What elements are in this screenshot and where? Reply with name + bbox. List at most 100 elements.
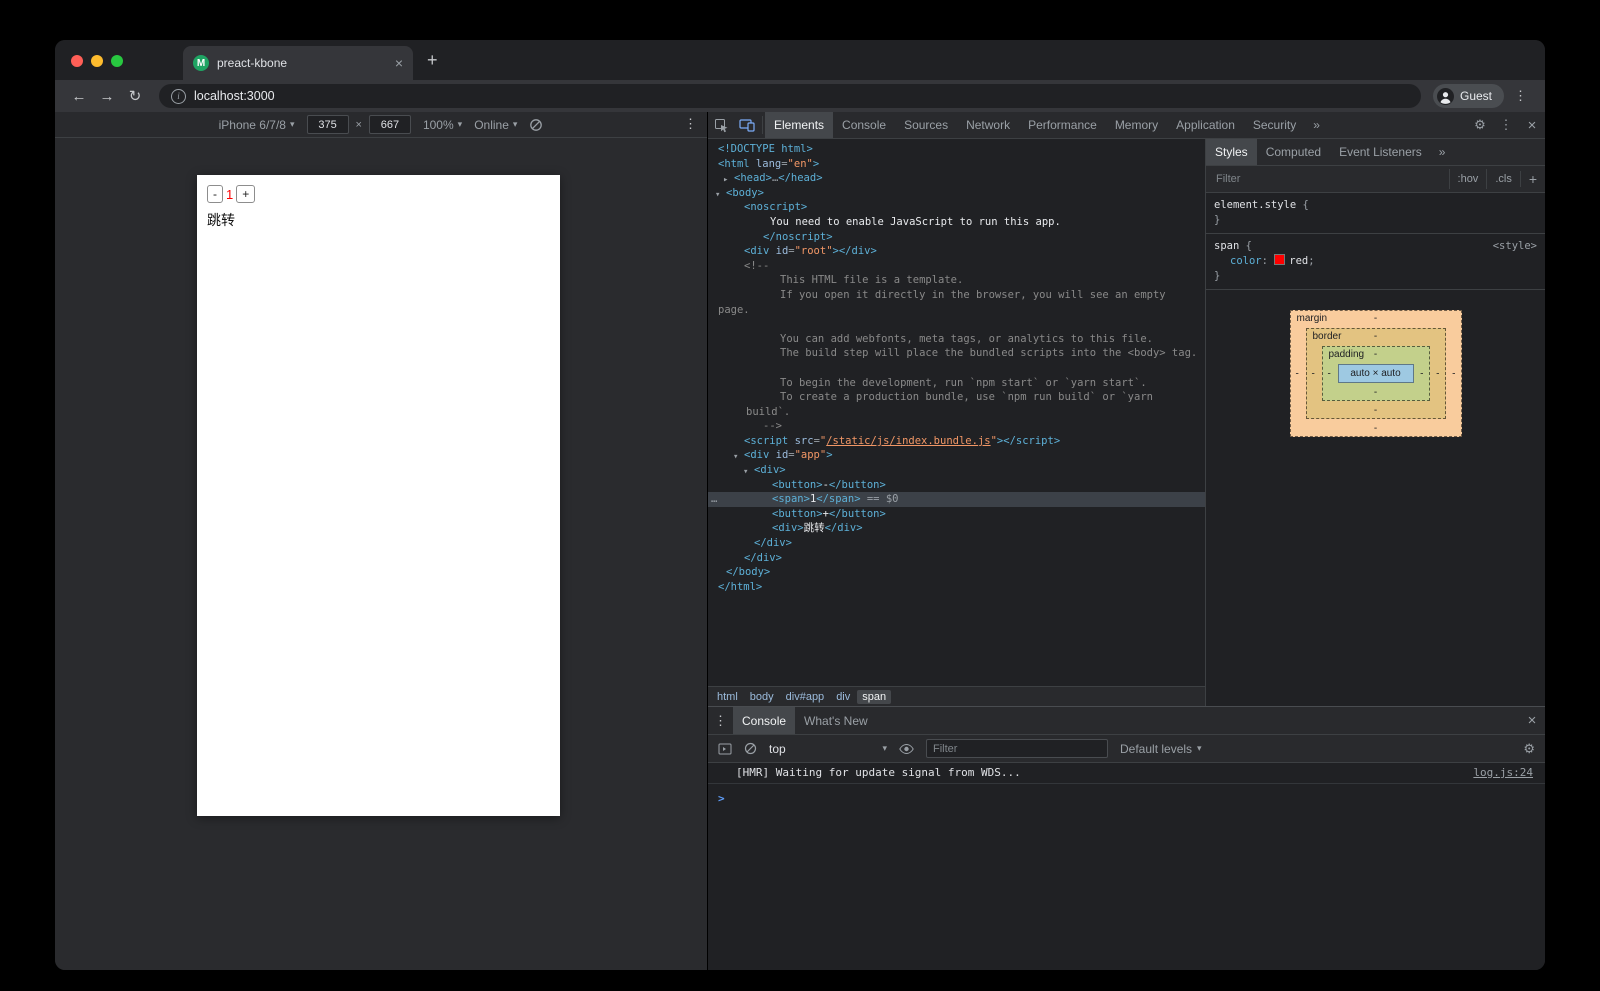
code-line[interactable]: <div id="root"></div> [708,244,1205,259]
css-declaration[interactable]: color: red; [1214,254,1537,269]
code-line[interactable]: <!DOCTYPE html> [708,142,1205,157]
code-line[interactable]: ▸<head>…</head> [708,171,1205,186]
reload-icon[interactable]: ↻ [123,87,147,105]
dr-tab-console[interactable]: Console [733,707,795,734]
code-line[interactable]: This HTML file is a template. [708,273,1205,288]
devtools-menu-icon[interactable]: ⋮ [1493,112,1519,138]
dt-tab-application[interactable]: Application [1167,112,1244,138]
breadcrumb-item[interactable]: body [745,690,779,704]
style-rule-block[interactable]: <style> span { color: red; } [1206,234,1545,290]
dt-tab-sources[interactable]: Sources [895,112,957,138]
code-line[interactable]: <div>跳转</div> [708,521,1205,536]
more-tabs-icon[interactable]: » [1305,112,1328,138]
zoom-select[interactable]: 100% ▾ [423,118,462,132]
code-line[interactable] [708,317,1205,332]
settings-gear-icon[interactable]: ⚙ [1467,112,1493,138]
device-select[interactable]: iPhone 6/7/8 ▾ [219,118,295,132]
styles-filter-input[interactable] [1214,172,1449,186]
st-tab-event-listeners[interactable]: Event Listeners [1330,139,1431,165]
new-style-rule-button[interactable]: + [1520,171,1545,187]
minimize-window-button[interactable] [91,55,103,67]
code-line[interactable]: </body> [708,565,1205,580]
code-line[interactable]: page. [708,303,1205,318]
jump-link[interactable]: 跳转 [197,203,560,230]
code-line[interactable]: build`. [708,405,1205,420]
tab-close-icon[interactable]: × [395,56,403,70]
browser-tab[interactable]: M preact-kbone × [183,46,413,80]
box-model-margin[interactable]: margin - - - - border - - - - padding [1290,310,1462,437]
code-line[interactable]: </html> [708,580,1205,595]
devtools-close-icon[interactable]: × [1519,112,1545,138]
rotate-icon[interactable] [529,118,543,132]
box-model-padding[interactable]: padding - - - - auto × auto [1322,346,1430,401]
clear-console-icon[interactable] [744,742,757,755]
code-line[interactable]: </noscript> [708,230,1205,245]
address-text[interactable]: localhost:3000 [194,89,275,103]
color-swatch[interactable] [1274,254,1285,265]
code-line[interactable]: To create a production bundle, use `npm … [708,390,1205,405]
code-line[interactable]: <!-- [708,259,1205,274]
drawer-menu-icon[interactable]: ⋮ [708,707,733,734]
throttling-select[interactable]: Online ▾ [474,118,517,132]
device-width-input[interactable] [307,115,349,134]
context-select[interactable]: top ▾ [769,742,887,756]
code-line[interactable]: --> [708,419,1205,434]
code-line[interactable]: You can add webfonts, meta tags, or anal… [708,332,1205,347]
close-window-button[interactable] [71,55,83,67]
dt-tab-elements[interactable]: Elements [765,112,833,138]
console-filter-input[interactable] [926,739,1108,758]
device-toolbar-menu-icon[interactable]: ⋮ [678,116,703,132]
log-source-link[interactable]: log.js:24 [1473,766,1533,779]
code-line[interactable]: ▾<div id="app"> [708,448,1205,463]
console-prompt-icon[interactable]: > [718,792,725,805]
breadcrumb-item[interactable]: div [831,690,855,704]
code-line[interactable] [708,361,1205,376]
code-line[interactable]: <button>-</button> [708,478,1205,493]
code-line[interactable]: If you open it directly in the browser, … [708,288,1205,303]
code-line[interactable]: </div> [708,551,1205,566]
site-info-icon[interactable]: i [171,89,186,104]
style-source-link[interactable]: <style> [1493,239,1537,254]
hover-state-button[interactable]: :hov [1449,169,1487,189]
log-levels-select[interactable]: Default levels ▾ [1120,742,1202,756]
dr-tab-what-s-new[interactable]: What's New [795,707,877,734]
dt-tab-console[interactable]: Console [833,112,895,138]
code-line[interactable]: …<span>1</span> == $0 [708,492,1205,507]
eye-icon[interactable] [899,743,914,755]
dt-tab-network[interactable]: Network [957,112,1019,138]
code-line[interactable]: The build step will place the bundled sc… [708,346,1205,361]
dt-tab-performance[interactable]: Performance [1019,112,1106,138]
box-model-border[interactable]: border - - - - padding - - - - au [1306,328,1446,419]
code-line[interactable]: <html lang="en"> [708,157,1205,172]
code-line[interactable]: ▾<body> [708,186,1205,201]
dt-tab-security[interactable]: Security [1244,112,1305,138]
forward-icon[interactable]: → [95,88,119,105]
code-line[interactable]: <noscript> [708,200,1205,215]
class-toggle-button[interactable]: .cls [1486,169,1520,189]
breadcrumb-item[interactable]: html [712,690,743,704]
breadcrumb-item[interactable]: div#app [781,690,830,704]
address-bar[interactable]: i localhost:3000 [159,84,1421,108]
code-line[interactable]: <button>+</button> [708,507,1205,522]
code-line[interactable]: To begin the development, run `npm start… [708,376,1205,391]
console-settings-icon[interactable]: ⚙ [1523,741,1535,757]
device-toolbar-toggle-icon[interactable] [734,112,760,138]
st-tab-styles[interactable]: Styles [1206,139,1257,165]
element-style-block[interactable]: element.style { } [1206,193,1545,234]
breadcrumb-item[interactable]: span [857,690,891,704]
code-line[interactable]: </div> [708,536,1205,551]
new-tab-button[interactable]: + [427,50,438,70]
zoom-window-button[interactable] [111,55,123,67]
st-tab-computed[interactable]: Computed [1257,139,1330,165]
code-line[interactable]: You need to enable JavaScript to run thi… [708,215,1205,230]
browser-menu-icon[interactable]: ⋮ [1508,88,1533,104]
profile-chip[interactable]: Guest [1433,84,1504,108]
console-sidebar-toggle-icon[interactable] [718,743,732,755]
console-prompt-row[interactable]: > [708,784,1545,807]
dt-tab-memory[interactable]: Memory [1106,112,1167,138]
increment-button[interactable]: + [236,185,255,203]
device-height-input[interactable] [369,115,411,134]
decrement-button[interactable]: - [207,185,223,203]
code-line[interactable]: <script src="/static/js/index.bundle.js"… [708,434,1205,449]
drawer-close-icon[interactable]: × [1519,707,1545,734]
